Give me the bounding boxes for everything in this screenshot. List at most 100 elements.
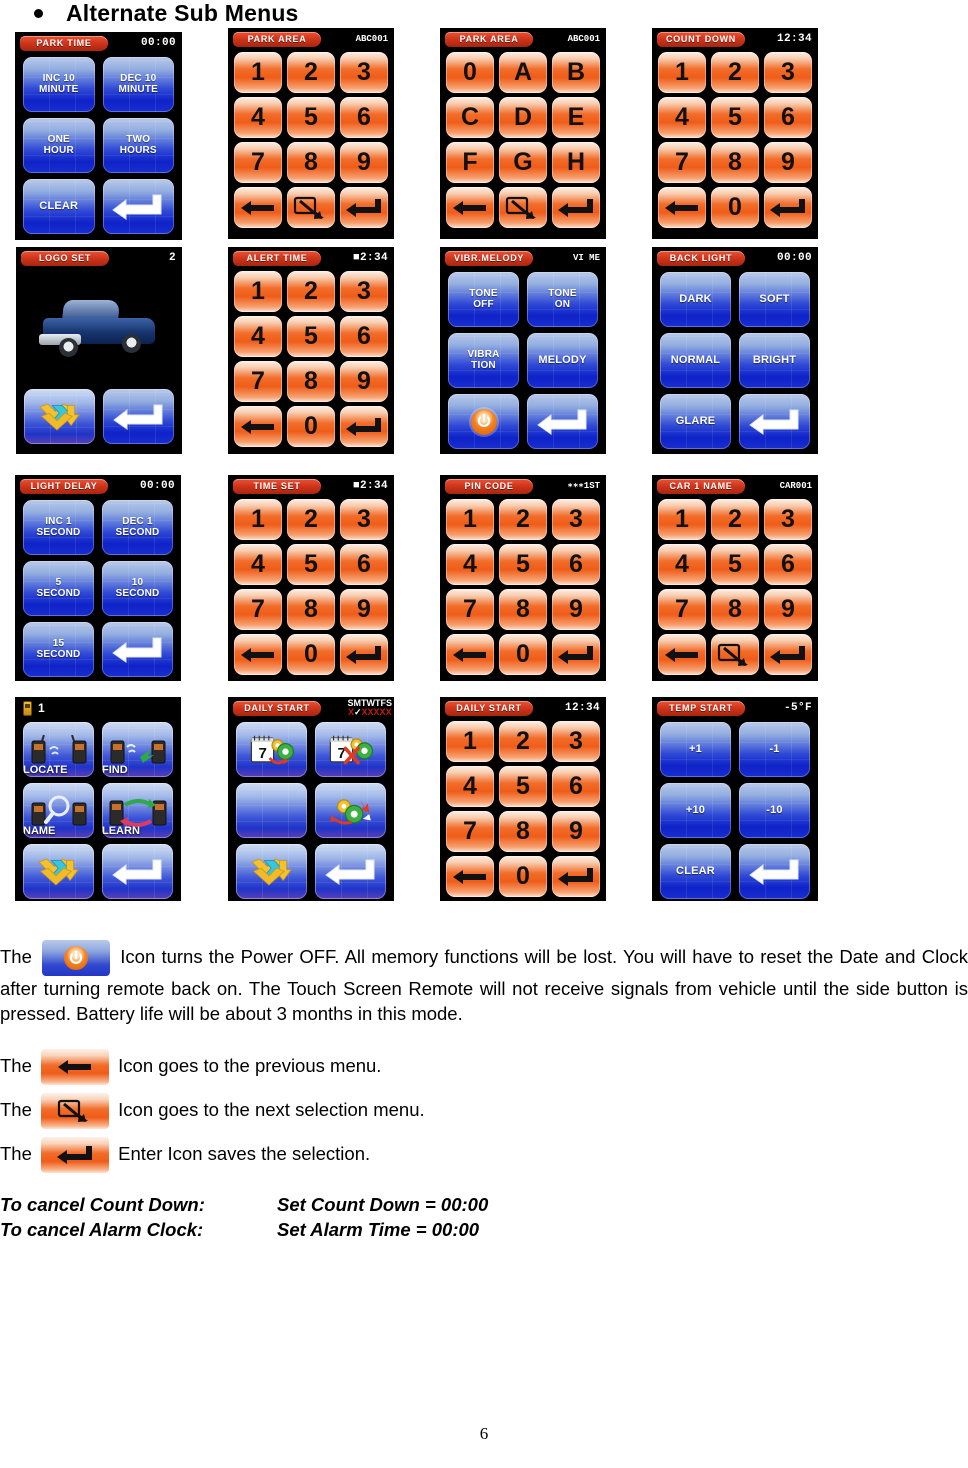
device-screen-car-1-name[interactable]: CAR 1 NAME CAR001 1 2 3 4 5 6 7 8 9 [652,475,818,681]
key-clear[interactable]: CLEAR [660,844,731,899]
enter-icon-white[interactable] [102,179,174,234]
key-9[interactable]: 9 [552,811,600,852]
key-glare[interactable]: GLARE [660,394,731,449]
page-down-icon[interactable] [23,844,94,899]
key-3[interactable]: 3 [552,499,600,540]
key-1[interactable]: 1 [234,52,282,93]
key-1[interactable]: 1 [234,499,282,540]
device-screen-park-time[interactable]: PARK TIME 00:00 INC 10 MINUTE DEC 10 MINUT… [15,32,182,240]
key-dark[interactable]: DARK [660,272,731,327]
back-arrow-icon[interactable] [658,187,706,228]
key-b[interactable]: B [552,52,600,93]
key-5[interactable]: 5 [499,766,547,807]
key-6[interactable]: 6 [552,766,600,807]
key-5-second[interactable]: 5 SECOND [23,561,94,616]
key-8[interactable]: 8 [499,589,547,630]
back-arrow-icon[interactable] [446,856,494,897]
key-inc-1-second[interactable]: INC 1 SECOND [23,500,94,555]
key-6[interactable]: 6 [340,316,388,357]
key-clear[interactable]: CLEAR [23,179,95,234]
key-bright[interactable]: BRIGHT [739,333,810,388]
key-4[interactable]: 4 [446,544,494,585]
key-2[interactable]: 2 [499,721,547,762]
back-arrow-icon[interactable] [234,406,282,447]
key-9[interactable]: 9 [340,142,388,183]
name-icon[interactable]: NAME [23,783,94,838]
page-down-icon[interactable] [236,844,307,899]
key--1[interactable]: -1 [739,722,810,777]
locate-icon[interactable]: LOCATE [23,722,94,777]
key-dec-10-minute[interactable]: DEC 10 MINUTE [102,57,174,112]
next-selection-icon[interactable] [499,187,547,228]
enter-icon[interactable] [764,634,812,675]
key-6[interactable]: 6 [552,544,600,585]
key-7[interactable]: 7 [446,589,494,630]
device-screen-daily-start-time[interactable]: DAILY START 12:34 1 2 3 4 5 6 7 8 9 0 [440,697,606,901]
key-+1[interactable]: +1 [660,722,731,777]
key-5[interactable]: 5 [287,316,335,357]
key-tone-off[interactable]: TONE OFF [448,272,519,327]
key-9[interactable]: 9 [340,589,388,630]
learn-icon[interactable]: LEARN [102,783,173,838]
key-4[interactable]: 4 [234,316,282,357]
key-0[interactable]: 0 [446,52,494,93]
find-icon[interactable]: FIND [102,722,173,777]
key-4[interactable]: 4 [446,766,494,807]
key-7[interactable]: 7 [234,142,282,183]
device-screen-light-delay[interactable]: LIGHT DELAY 00:00 INC 1 SECOND DEC 1 SECON… [15,475,181,681]
key-10-second[interactable]: 10 SECOND [102,561,173,616]
calendar-cancel-icon[interactable]: 7 [315,722,386,777]
key-d[interactable]: D [499,97,547,138]
key-3[interactable]: 3 [764,52,812,93]
device-screen-daily-start-days[interactable]: DAILY START SMTWTFS X✓XXXXX 7 7 [228,697,394,901]
calendar-set-icon[interactable]: 7 [236,722,307,777]
key-1[interactable]: 1 [446,499,494,540]
gears-icon[interactable] [315,783,386,838]
device-screen-unit-menu[interactable]: 1 LOCATE FIND NAME LEARN [15,697,181,901]
enter-icon-white[interactable] [315,844,386,899]
device-screen-time-set[interactable]: TIME SET ■2:34 1 2 3 4 5 6 7 8 9 0 [228,475,394,681]
key-f[interactable]: F [446,142,494,183]
key-6[interactable]: 6 [764,544,812,585]
key-4[interactable]: 4 [658,544,706,585]
key-7[interactable]: 7 [658,142,706,183]
back-arrow-icon[interactable] [658,634,706,675]
key-blank[interactable] [236,783,307,838]
key-7[interactable]: 7 [446,811,494,852]
key-melody[interactable]: MELODY [527,333,598,388]
device-screen-back-light[interactable]: BACK LIGHT 00:00 DARK SOFT NORMAL BRIGHT GLAR… [652,247,818,454]
key-0[interactable]: 0 [711,187,759,228]
device-screen-count-down[interactable]: COUNT DOWN 12:34 1 2 3 4 5 6 7 8 9 0 [652,28,818,239]
key-3[interactable]: 3 [764,499,812,540]
key-4[interactable]: 4 [234,97,282,138]
key-5[interactable]: 5 [711,97,759,138]
key-8[interactable]: 8 [711,589,759,630]
key-h[interactable]: H [552,142,600,183]
key-c[interactable]: C [446,97,494,138]
power-icon[interactable] [448,394,519,449]
key-0[interactable]: 0 [287,406,335,447]
key-8[interactable]: 8 [287,361,335,402]
enter-icon-white[interactable] [527,394,598,449]
key-3[interactable]: 3 [340,499,388,540]
key-2[interactable]: 2 [711,52,759,93]
enter-icon-white[interactable] [739,844,810,899]
key-8[interactable]: 8 [711,142,759,183]
device-screen-park-area-digits[interactable]: PARK AREA ABC001 1 2 3 4 5 6 7 8 9 [228,28,394,239]
key-2[interactable]: 2 [499,499,547,540]
key-9[interactable]: 9 [764,589,812,630]
next-selection-icon[interactable] [711,634,759,675]
key-tone-on[interactable]: TONE ON [527,272,598,327]
device-screen-logo-set[interactable]: LOGO SET 2 [16,247,182,454]
enter-icon-white[interactable] [102,622,173,677]
key-one-hour[interactable]: ONE HOUR [23,118,95,173]
device-screen-alert-time[interactable]: ALERT TIME ■2:34 1 2 3 4 5 6 7 8 9 0 [228,247,394,454]
key-4[interactable]: 4 [658,97,706,138]
key-2[interactable]: 2 [287,271,335,312]
key-a[interactable]: A [499,52,547,93]
key-5[interactable]: 5 [287,544,335,585]
key-8[interactable]: 8 [287,589,335,630]
back-arrow-icon[interactable] [234,187,282,228]
key-soft[interactable]: SOFT [739,272,810,327]
key-0[interactable]: 0 [499,634,547,675]
